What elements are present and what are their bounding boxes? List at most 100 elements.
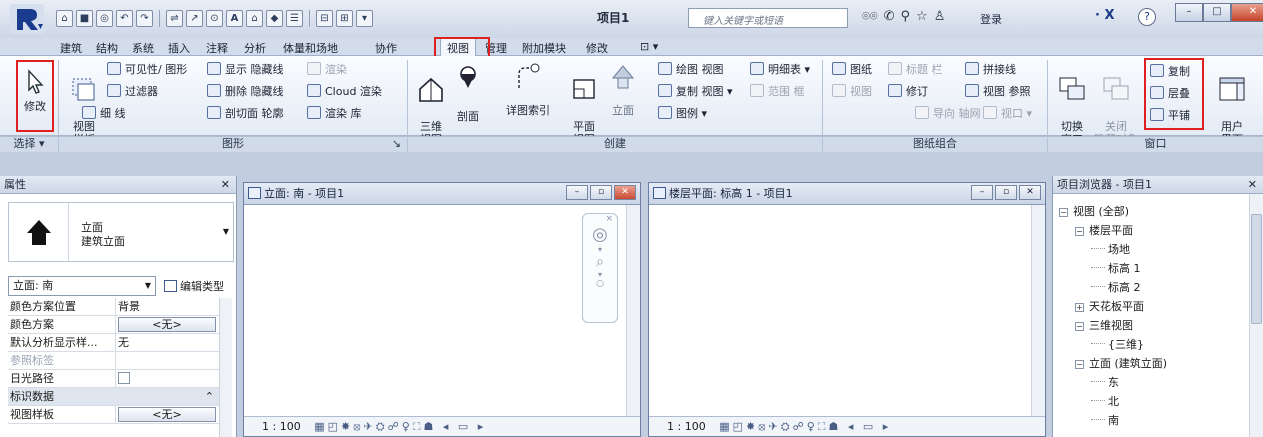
plan-views-button[interactable]: 平面 视图 xyxy=(566,62,602,146)
viewports-button[interactable]: 视口 ▾ xyxy=(983,106,1032,122)
collapse-icon[interactable]: ⌃ xyxy=(205,388,214,405)
subscription-icon[interactable]: ⚲ xyxy=(901,9,911,24)
close-icon[interactable]: ✕ xyxy=(1019,185,1041,200)
close-hidden-button[interactable]: 关闭 隐藏对象 xyxy=(1094,62,1138,146)
tree-node[interactable]: + 天花板平面 xyxy=(1059,297,1167,316)
tree-node[interactable]: − 三维视图 xyxy=(1059,316,1167,335)
tab-collaborate[interactable]: 协作 xyxy=(375,40,397,56)
tree-node[interactable]: − 视图 (全部) xyxy=(1059,202,1167,221)
settings-icon[interactable]: ○ xyxy=(583,279,617,289)
steering-wheel-2d-icon[interactable]: ◎ xyxy=(583,224,617,245)
schedules-button[interactable]: 明细表 ▾ xyxy=(750,62,810,78)
revit-logo-icon[interactable] xyxy=(10,4,44,34)
tab-contextual-toggle[interactable]: ⊡ ▾ xyxy=(640,40,658,53)
elevation-button[interactable]: 立面 xyxy=(608,62,638,117)
edit-type-button[interactable]: 编辑类型 xyxy=(164,278,224,294)
duplicate-view-button[interactable]: 复制 视图 ▾ xyxy=(658,84,733,100)
tab-addins[interactable]: 附加模块 xyxy=(522,40,566,56)
tab-architecture[interactable]: 建筑 xyxy=(60,40,82,56)
chevron-down-icon[interactable]: ▾ xyxy=(583,270,617,279)
remove-hidden-lines-button[interactable]: 删除 隐藏线 xyxy=(207,84,284,100)
thin-lines-icon[interactable]: ☰ xyxy=(286,10,303,27)
property-section-header[interactable]: 标识数据 ⌃ xyxy=(8,388,232,406)
tree-node[interactable]: 场地 xyxy=(1059,240,1167,259)
matchline-button[interactable]: 拼接线 xyxy=(965,62,1016,78)
close-icon[interactable]: ✕ xyxy=(1248,176,1257,193)
view-template-button[interactable]: 视图 样板 xyxy=(66,62,102,146)
properties-scrollbar[interactable] xyxy=(219,298,232,437)
view-reference-button[interactable]: 视图 参照 xyxy=(965,84,1031,100)
revisions-button[interactable]: 修订 xyxy=(888,84,928,100)
restore-icon[interactable]: ▫ xyxy=(590,185,612,200)
select-group-label[interactable]: 选择 ▾ xyxy=(0,136,58,152)
cloud-render-button[interactable]: Cloud 渲染 xyxy=(307,84,382,100)
sync-icon[interactable]: ◎ xyxy=(96,10,113,27)
infocenter-search-input[interactable]: 键入关键字或短语 xyxy=(688,8,848,28)
close-icon[interactable]: ✕ xyxy=(614,185,636,200)
collapse-icon[interactable]: − xyxy=(1075,322,1084,331)
login-button[interactable]: 登录 xyxy=(980,11,1002,27)
dimension-icon[interactable]: ↗ xyxy=(186,10,203,27)
dialog-launcher-icon[interactable]: ↘ xyxy=(392,137,401,151)
view-template-value-button[interactable]: <无> xyxy=(118,407,216,422)
filters-button[interactable]: 过滤器 xyxy=(107,84,158,100)
close-icon[interactable]: × xyxy=(583,214,617,224)
open-icon[interactable]: ⌂ xyxy=(56,10,73,27)
project-browser-scrollbar[interactable] xyxy=(1249,194,1263,437)
color-scheme-button[interactable]: <无> xyxy=(118,317,216,332)
tree-node[interactable]: {三维} xyxy=(1059,335,1167,354)
chevron-down-icon[interactable]: ▾ xyxy=(583,245,617,254)
guide-grid-button[interactable]: 导向 轴网 xyxy=(915,106,981,122)
favorites-star-icon[interactable]: ☆ xyxy=(916,9,928,24)
exchange-apps-icon[interactable]: · X xyxy=(1095,8,1115,23)
minimize-icon[interactable]: – xyxy=(566,185,588,200)
communication-icon[interactable]: ✆ xyxy=(884,9,895,24)
tag-icon[interactable]: ⊙ xyxy=(206,10,223,27)
tree-node[interactable]: 标高 2 xyxy=(1059,278,1167,297)
sheet-button[interactable]: 图纸 xyxy=(832,62,872,78)
tree-node[interactable]: 标高 1 xyxy=(1059,259,1167,278)
view-window-level-1[interactable]: 楼层平面: 标高 1 - 项目1 – ▫ ✕ 1 : 100 ▦◰✸⦻✈⛭☍♀⛶… xyxy=(648,182,1046,437)
view-vertical-scrollbar[interactable] xyxy=(1031,205,1045,417)
chevron-down-icon[interactable]: ▼ xyxy=(145,277,151,295)
switch-windows-icon[interactable]: ⊞ xyxy=(336,10,353,27)
tree-node[interactable]: − 立面 (建筑立面) xyxy=(1059,354,1167,373)
undo-icon[interactable]: ↶ xyxy=(116,10,133,27)
view-control-icons[interactable]: ▦◰✸⦻✈⛭☍♀⛶☗ ◂ ▭ ▸ xyxy=(314,417,486,436)
scope-box-button[interactable]: 范围 框 xyxy=(750,84,805,100)
text-icon[interactable]: A xyxy=(226,10,243,27)
thin-lines-button[interactable]: 细 线 xyxy=(82,106,126,122)
collapse-icon[interactable]: − xyxy=(1075,360,1084,369)
tab-systems[interactable]: 系统 xyxy=(132,40,154,56)
help-icon[interactable]: ? xyxy=(1138,8,1156,26)
callout-button[interactable]: 详图索引 xyxy=(500,62,556,117)
close-icon[interactable]: ✕ xyxy=(1231,3,1263,22)
view-scale[interactable]: 1 : 100 xyxy=(262,420,301,433)
tab-analyze[interactable]: 分析 xyxy=(244,40,266,56)
view-vertical-scrollbar[interactable] xyxy=(626,205,640,417)
section-icon[interactable]: ◆ xyxy=(266,10,283,27)
show-hidden-lines-button[interactable]: 显示 隐藏线 xyxy=(207,62,284,78)
collapse-icon[interactable]: − xyxy=(1059,208,1068,217)
instance-filter-select[interactable]: 立面: 南 ▼ xyxy=(8,276,156,296)
place-view-button[interactable]: 视图 xyxy=(832,84,872,100)
tab-insert[interactable]: 插入 xyxy=(168,40,190,56)
save-icon[interactable]: ■ xyxy=(76,10,93,27)
section-button[interactable]: 剖面 xyxy=(452,62,484,123)
sun-path-checkbox[interactable] xyxy=(118,372,130,384)
render-gallery-button[interactable]: 渲染 库 xyxy=(307,106,362,122)
3d-view-button[interactable]: 三维 视图 xyxy=(414,62,448,146)
cut-profile-button[interactable]: 剖切面 轮廓 xyxy=(207,106,284,122)
tree-node[interactable]: − 楼层平面 xyxy=(1059,221,1167,240)
customize-qat-icon[interactable]: ▾ xyxy=(356,10,373,27)
user-icon[interactable]: ♙ xyxy=(934,9,946,24)
tree-node[interactable]: 东 xyxy=(1059,373,1167,392)
switch-windows-button[interactable]: 切换 窗口 xyxy=(1054,62,1090,146)
titleblock-button[interactable]: 标题 栏 xyxy=(888,62,943,78)
user-interface-button[interactable]: 用户 界面 xyxy=(1212,62,1252,146)
close-icon[interactable]: ✕ xyxy=(221,176,230,193)
close-hidden-icon[interactable]: ⊟ xyxy=(316,10,333,27)
view-control-icons[interactable]: ▦◰✸⦻✈⛭☍♀⛶☗ ◂ ▭ ▸ xyxy=(719,417,891,436)
restore-icon[interactable]: ▫ xyxy=(995,185,1017,200)
tab-structure[interactable]: 结构 xyxy=(96,40,118,56)
